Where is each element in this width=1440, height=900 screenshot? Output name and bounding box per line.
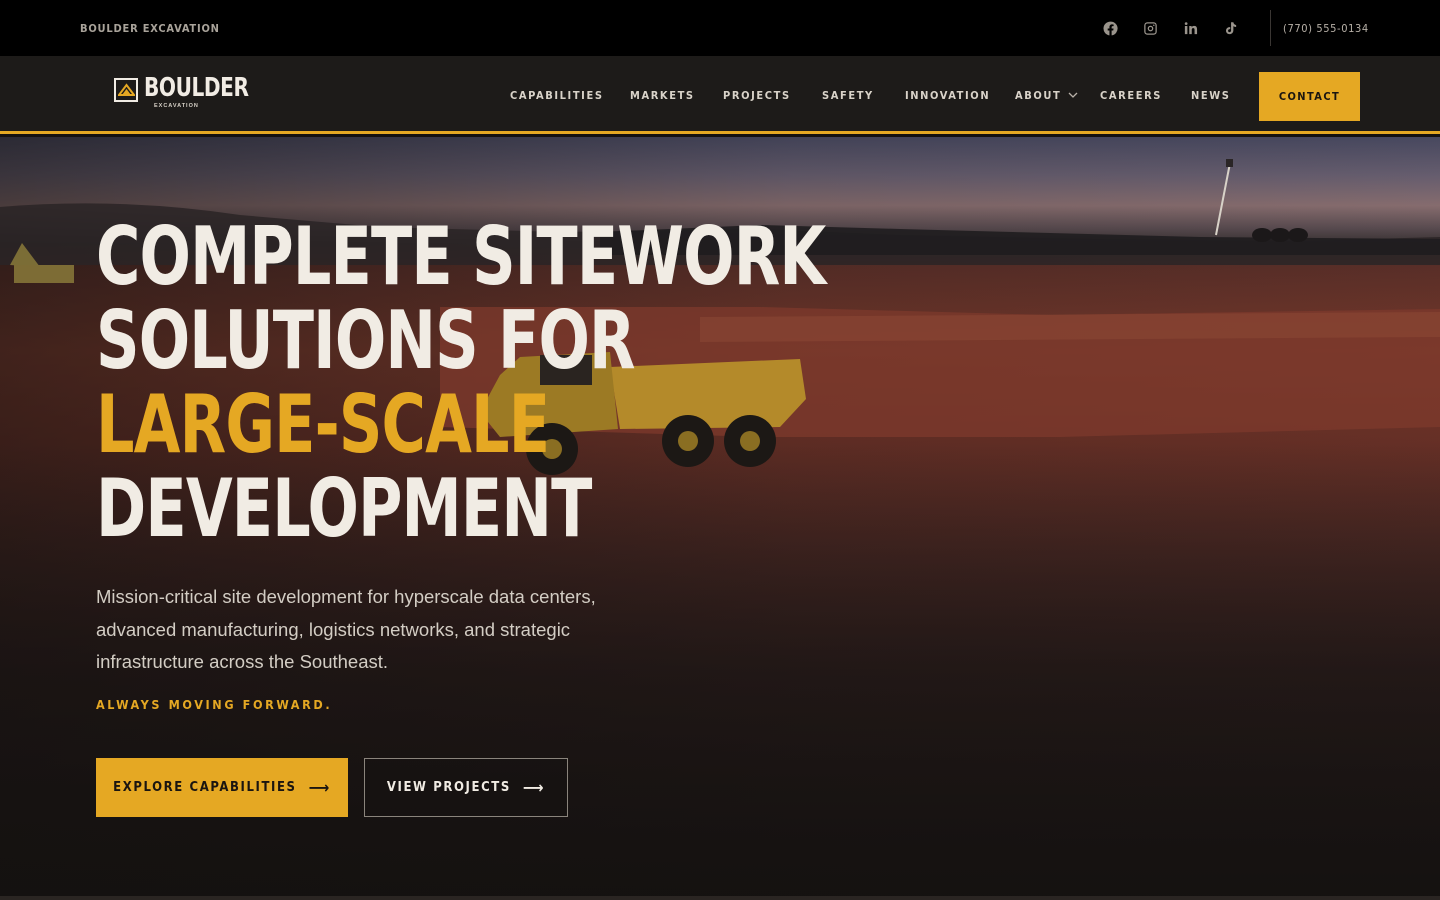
hero-tagline: ALWAYS MOVING FORWARD. bbox=[96, 697, 333, 712]
nav-item-about[interactable]: ABOUT bbox=[1015, 56, 1078, 134]
view-projects-label: VIEW PROJECTS bbox=[386, 780, 511, 795]
chevron-down-icon bbox=[1068, 92, 1078, 98]
hero-subtext: Mission-critical site development for hy… bbox=[96, 586, 596, 672]
hero-headline: COMPLETE SITEWORK SOLUTIONS FOR LARGE-SC… bbox=[96, 210, 826, 555]
social-links bbox=[1100, 0, 1240, 56]
facebook-icon[interactable] bbox=[1100, 18, 1120, 38]
section-divider bbox=[0, 896, 1440, 900]
arrow-right-icon: ⟶ bbox=[522, 777, 546, 797]
linkedin-icon[interactable] bbox=[1180, 18, 1200, 38]
headline-line-2: SOLUTIONS FOR bbox=[96, 294, 636, 387]
headline-line-1: COMPLETE SITEWORK bbox=[96, 210, 826, 303]
nav-item-innovation[interactable]: INNOVATION bbox=[905, 56, 990, 134]
nav-item-capabilities[interactable]: CAPABILITIES bbox=[510, 56, 604, 134]
instagram-icon[interactable] bbox=[1140, 18, 1160, 38]
nav-item-safety[interactable]: SAFETY bbox=[822, 56, 874, 134]
nav-item-news[interactable]: NEWS bbox=[1191, 56, 1231, 134]
contact-button[interactable]: CONTACT bbox=[1259, 72, 1360, 121]
hero-section: COMPLETE SITEWORK SOLUTIONS FOR LARGE-SC… bbox=[0, 137, 1440, 900]
topbar-brand: BOULDER EXCAVATION bbox=[80, 21, 220, 35]
view-projects-button[interactable]: VIEW PROJECTS ⟶ bbox=[364, 758, 568, 817]
headline-line-4: DEVELOPMENT bbox=[96, 462, 592, 555]
top-utility-bar: BOULDER EXCAVATION (770) 555-0134 bbox=[0, 0, 1440, 56]
main-navbar: BOULDER EXCAVATION CAPABILITIES MARKETS … bbox=[0, 56, 1440, 134]
explore-capabilities-button[interactable]: EXPLORE CAPABILITIES ⟶ bbox=[96, 758, 348, 817]
topbar-divider bbox=[1270, 10, 1271, 46]
nav-item-projects[interactable]: PROJECTS bbox=[723, 56, 791, 134]
phone-link[interactable]: (770) 555-0134 bbox=[1283, 0, 1369, 56]
arrow-right-icon: ⟶ bbox=[308, 777, 331, 797]
nav-item-careers[interactable]: CAREERS bbox=[1100, 56, 1162, 134]
nav-menu: CAPABILITIES MARKETS PROJECTS SAFETY INN… bbox=[0, 56, 1440, 134]
headline-line-3-accent: LARGE-SCALE bbox=[96, 378, 550, 471]
nav-item-about-label: ABOUT bbox=[1015, 88, 1062, 102]
nav-item-markets[interactable]: MARKETS bbox=[630, 56, 695, 134]
explore-capabilities-label: EXPLORE CAPABILITIES bbox=[113, 780, 297, 795]
tiktok-icon[interactable] bbox=[1220, 18, 1240, 38]
